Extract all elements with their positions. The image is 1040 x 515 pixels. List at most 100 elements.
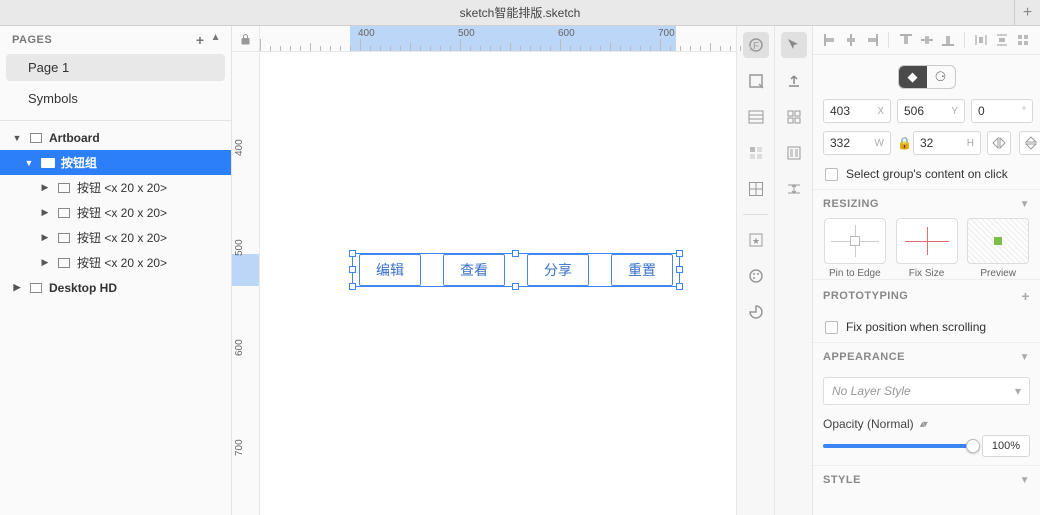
flip-h-icon[interactable]: [987, 131, 1011, 155]
chevron-down-icon[interactable]: ▼: [12, 133, 22, 143]
lock-aspect-icon[interactable]: 🔒: [897, 136, 907, 150]
collapse-section-icon[interactable]: ▼: [1020, 199, 1030, 210]
toolstrip-right: [774, 26, 812, 515]
width-field[interactable]: 332W: [823, 131, 891, 155]
layer-row[interactable]: ▼Artboard: [0, 125, 231, 150]
layer-style-select[interactable]: No Layer Style ▾: [823, 377, 1030, 405]
resizing-header: RESIZING: [823, 198, 879, 210]
collapse-pages-icon[interactable]: ▲: [211, 32, 221, 48]
resize-handle[interactable]: [676, 266, 683, 273]
select-group-content-checkbox[interactable]: [825, 168, 838, 181]
opacity-value-field[interactable]: 100%: [982, 435, 1030, 457]
page-item[interactable]: Page 1: [6, 54, 225, 81]
ruler-origin-lock-icon[interactable]: [232, 26, 260, 52]
chevron-right-icon[interactable]: ▶: [40, 207, 50, 218]
resize-handle[interactable]: [676, 283, 683, 290]
grid-tool-icon[interactable]: [743, 140, 769, 166]
canvas[interactable]: 编辑 查看 分享 重置: [260, 52, 736, 515]
chart-tool-icon[interactable]: [743, 299, 769, 325]
layer-label: 按钮 <x 20 x 20>: [77, 229, 167, 246]
star-tool-icon[interactable]: ★: [743, 227, 769, 253]
y-field[interactable]: 506Y: [897, 99, 965, 123]
layer-label: 按钮 <x 20 x 20>: [77, 204, 167, 221]
add-prototype-icon[interactable]: +: [1021, 288, 1030, 304]
toolstrip-left: F ★: [736, 26, 774, 515]
filter-icon[interactable]: F: [743, 32, 769, 58]
pages-header: PAGES: [12, 34, 52, 46]
opacity-stepper-icon[interactable]: ▴▾: [920, 419, 926, 430]
layer-row[interactable]: ▶ 按钮 <x 20 x 20>: [0, 225, 231, 250]
fix-size-control[interactable]: [896, 218, 958, 264]
canvas-area[interactable]: 400 500 600 700 400 500 600 700 编辑 查看 分享…: [232, 26, 736, 515]
chevron-down-icon[interactable]: ▼: [24, 158, 34, 168]
resize-handle[interactable]: [349, 283, 356, 290]
list-tool-icon[interactable]: [743, 104, 769, 130]
layer-row[interactable]: ▶ Desktop HD: [0, 275, 231, 300]
distribute-h-icon[interactable]: [972, 31, 990, 49]
svg-text:F: F: [752, 41, 758, 52]
chevron-right-icon[interactable]: ▶: [12, 282, 22, 293]
artboard-icon: [28, 282, 43, 294]
resize-handle[interactable]: [349, 250, 356, 257]
table-tool-icon[interactable]: [743, 176, 769, 202]
flip-v-icon[interactable]: [1019, 131, 1040, 155]
layer-label: 按钮 <x 20 x 20>: [77, 254, 167, 271]
opacity-slider[interactable]: [823, 444, 974, 448]
new-tab-button[interactable]: +: [1014, 0, 1040, 25]
x-field[interactable]: 403X: [823, 99, 891, 123]
pin-to-edge-control[interactable]: [824, 218, 886, 264]
ruler-vertical[interactable]: 400 500 600 700: [232, 52, 260, 515]
resize-handle[interactable]: [512, 250, 519, 257]
fix-position-checkbox[interactable]: [825, 321, 838, 334]
chevron-right-icon[interactable]: ▶: [40, 257, 50, 268]
artboard-tool-icon[interactable]: [743, 68, 769, 94]
tidy-icon[interactable]: [1014, 31, 1032, 49]
resize-handle[interactable]: [512, 283, 519, 290]
add-page-button[interactable]: +: [196, 32, 205, 48]
prototyping-header: PROTOTYPING: [823, 290, 908, 302]
layer-row[interactable]: ▶ 按钮 <x 20 x 20>: [0, 200, 231, 225]
layout-icon[interactable]: [781, 140, 807, 166]
page-item[interactable]: Symbols: [6, 85, 225, 112]
slider-knob[interactable]: [966, 439, 980, 453]
collapse-section-icon[interactable]: ▼: [1020, 475, 1030, 486]
align-vcenter-icon[interactable]: [918, 31, 936, 49]
resize-handle[interactable]: [676, 250, 683, 257]
ruler-label: 400: [358, 28, 375, 39]
preview-label: Preview: [980, 268, 1016, 279]
layer-row[interactable]: ▶ 按钮 <x 20 x 20>: [0, 250, 231, 275]
symbol-mode-toggle[interactable]: ◆ ⚆: [898, 65, 956, 89]
diamond-icon[interactable]: ◆: [899, 66, 927, 88]
layer-label: Desktop HD: [49, 281, 117, 295]
chevron-right-icon[interactable]: ▶: [40, 182, 50, 193]
selection-box[interactable]: 编辑 查看 分享 重置: [353, 254, 679, 286]
appearance-header: APPEARANCE: [823, 351, 905, 363]
left-sidebar: PAGES + ▲ Page 1 Symbols ▼Artboard▼按钮组 ▶ 按…: [0, 26, 232, 515]
layer-row[interactable]: ▶按钮 <x 20 x 20>: [0, 175, 231, 200]
align-top-icon[interactable]: [897, 31, 915, 49]
collapse-section-icon[interactable]: ▼: [1020, 352, 1030, 363]
opacity-label: Opacity (Normal): [823, 417, 914, 431]
spacing-icon[interactable]: [781, 176, 807, 202]
globe-icon[interactable]: ⚆: [927, 66, 955, 88]
ruler-label: 600: [558, 28, 575, 39]
distribute-v-icon[interactable]: [993, 31, 1011, 49]
palette-tool-icon[interactable]: [743, 263, 769, 289]
height-field[interactable]: 32H: [913, 131, 981, 155]
align-right-icon[interactable]: [863, 31, 881, 49]
style-header: STYLE: [823, 474, 861, 486]
inspect-icon[interactable]: [781, 32, 807, 58]
align-left-icon[interactable]: [821, 31, 839, 49]
rotation-field[interactable]: 0°: [971, 99, 1033, 123]
export-icon[interactable]: [781, 68, 807, 94]
layer-row[interactable]: ▼按钮组: [0, 150, 231, 175]
chevron-right-icon[interactable]: ▶: [40, 232, 50, 243]
pin-label: Pin to Edge: [829, 268, 881, 279]
components-icon[interactable]: [781, 104, 807, 130]
resize-handle[interactable]: [349, 266, 356, 273]
align-bottom-icon[interactable]: [939, 31, 957, 49]
window-title: sketch智能排版.sketch: [460, 4, 581, 21]
ruler-horizontal[interactable]: 400 500 600 700: [260, 26, 736, 52]
layer-icon: [56, 207, 71, 219]
align-hcenter-icon[interactable]: [842, 31, 860, 49]
